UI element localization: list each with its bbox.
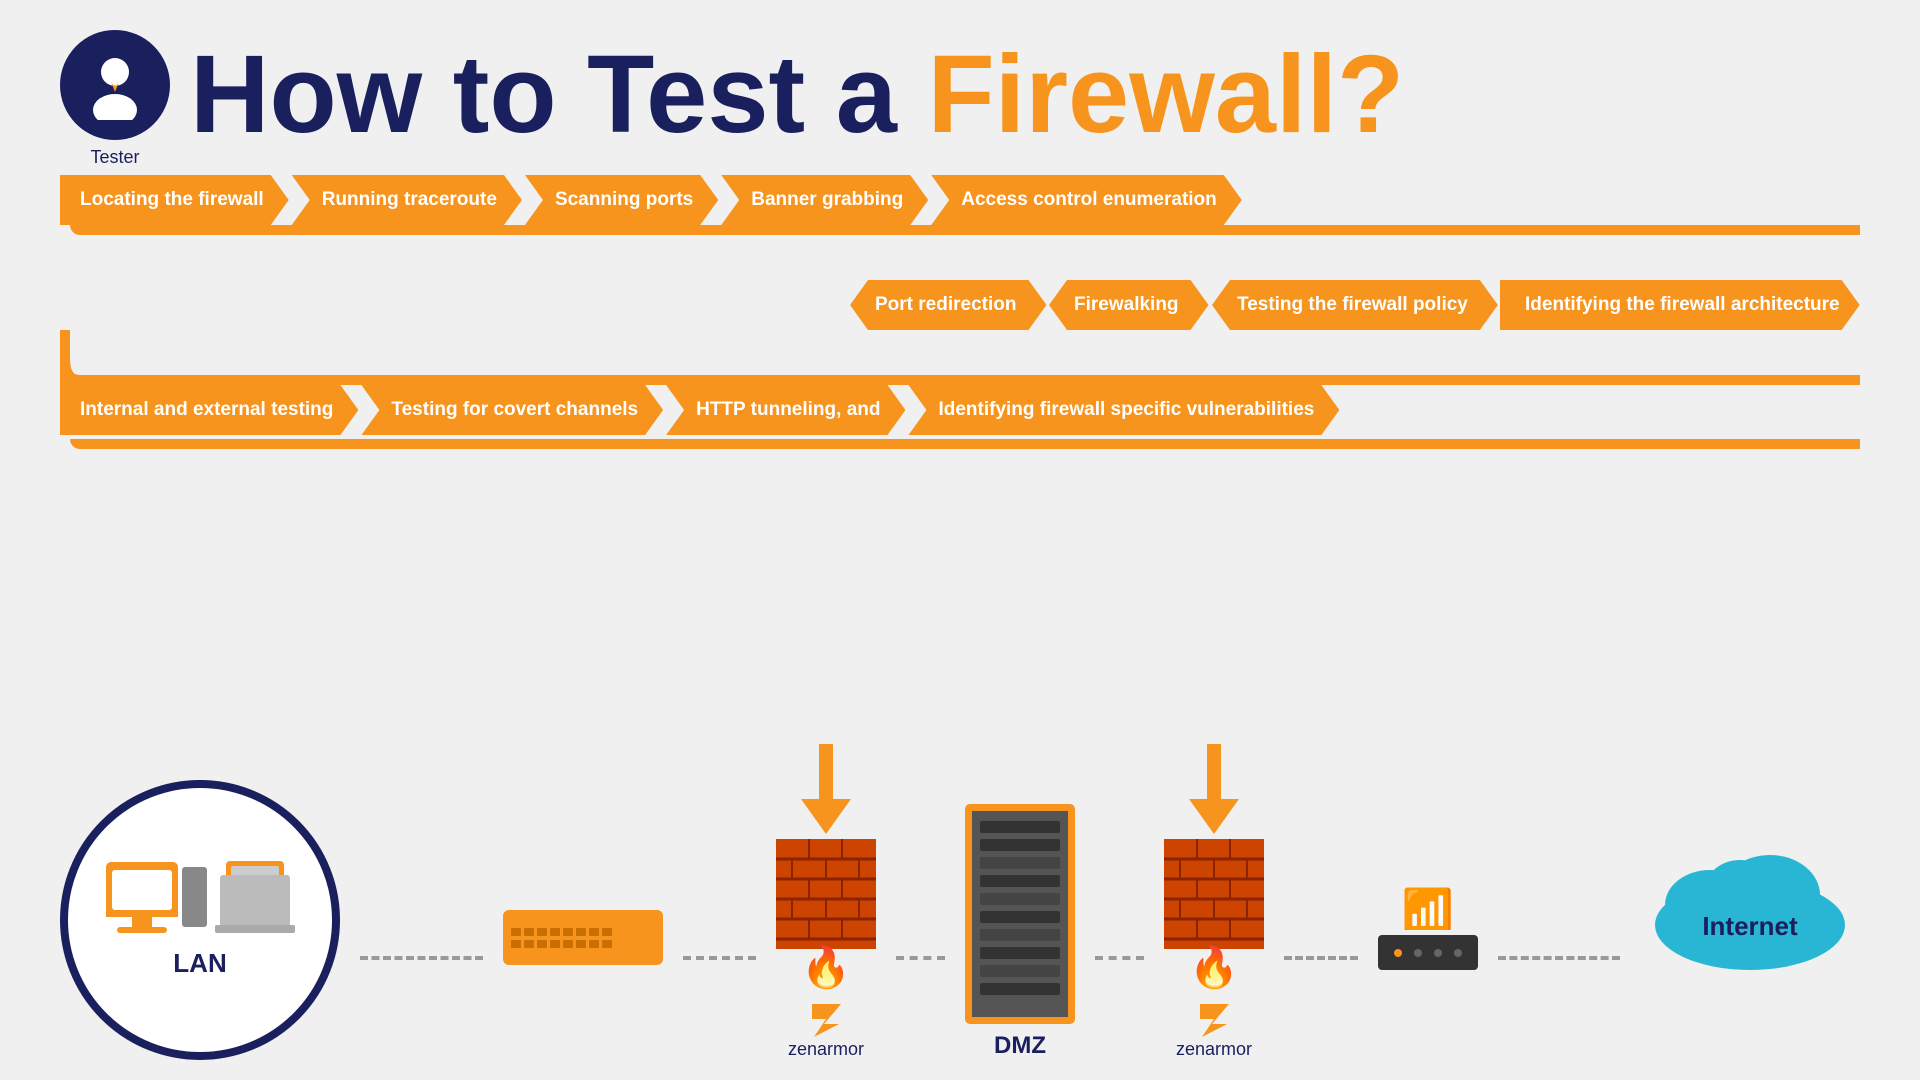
lan-circle: LAN [60, 780, 340, 1060]
zenarmor-icon-1 [804, 999, 849, 1039]
step-banner-grabbing: Banner grabbing [721, 175, 928, 225]
dashed-line-2 [683, 956, 757, 960]
snake-connector-2 [60, 330, 1860, 385]
tester-avatar-wrapper: Tester [60, 30, 170, 140]
step-testing-policy: Testing the firewall policy [1212, 280, 1498, 330]
small-monitor-group [215, 861, 295, 933]
zenarmor-icon-2 [1192, 999, 1237, 1039]
zenarmor-1: zenarmor [788, 999, 864, 1060]
step-fw-vulnerabilities: Identifying firewall specific vulnerabil… [908, 385, 1339, 435]
firewall-1: 🔥 [776, 839, 876, 991]
title-part2: Firewall? [927, 33, 1404, 156]
laptop [215, 925, 295, 933]
switch-device [503, 910, 663, 965]
svg-text:Internet: Internet [1702, 911, 1798, 941]
pointer-2 [1189, 744, 1239, 834]
step-internal-external: Internal and external testing [60, 385, 358, 435]
dmz-label: DMZ [994, 1032, 1046, 1060]
flame-1: 🔥 [776, 944, 876, 991]
step-scanning-ports: Scanning ports [525, 175, 718, 225]
snake-svg-1 [60, 225, 1860, 280]
step-firewalking: Firewalking [1049, 280, 1209, 330]
snake-connector-1 [60, 225, 1860, 280]
tester-label: Tester [90, 147, 139, 168]
step-covert-channels: Testing for covert channels [361, 385, 663, 435]
firewall-1-wrapper: 🔥 zenarmor [776, 744, 876, 1060]
zenarmor-2: zenarmor [1176, 999, 1252, 1060]
wifi-router: 📶 [1378, 880, 1478, 970]
zenarmor-label-1: zenarmor [788, 1039, 864, 1060]
step-access-control: Access control enumeration [931, 175, 1242, 225]
snake-svg-2 [60, 330, 1860, 385]
step-identifying-architecture: Identifying the firewall architecture [1500, 280, 1860, 330]
monitor-large [106, 862, 178, 933]
dashed-line-3 [896, 956, 945, 960]
dmz-server: DMZ [965, 804, 1075, 1060]
page-title: How to Test a Firewall? [190, 40, 1404, 150]
snake-connector-3 [60, 439, 1860, 494]
firewall-2: 🔥 [1164, 839, 1264, 991]
pointer-1 [801, 744, 851, 834]
step-port-redirection: Port redirection [850, 280, 1046, 330]
steps-row-2: Identifying the firewall architecture Te… [60, 280, 1860, 330]
dashed-line-5 [1284, 956, 1358, 960]
page-header: Tester How to Test a Firewall? [0, 0, 1920, 160]
avatar-circle [60, 30, 170, 140]
flame-2: 🔥 [1164, 944, 1264, 991]
step-running-traceroute: Running traceroute [292, 175, 522, 225]
steps-row-1: Locating the firewall Running traceroute… [60, 175, 1860, 225]
dashed-line-6 [1498, 956, 1621, 960]
person-icon [80, 50, 150, 120]
tower-unit [182, 867, 207, 927]
dashed-line-4 [1095, 956, 1144, 960]
title-part1: How to Test a [190, 33, 927, 156]
wifi-signal-icon: 📶 [1393, 880, 1463, 930]
internet-cloud: Internet [1640, 825, 1860, 980]
zenarmor-label-2: zenarmor [1176, 1039, 1252, 1060]
lan-label: LAN [173, 948, 226, 979]
step-locating-firewall: Locating the firewall [60, 175, 289, 225]
step-http-tunneling: HTTP tunneling, and [666, 385, 905, 435]
firewall-2-wrapper: 🔥 zenarmor [1164, 744, 1264, 1060]
dashed-line-1 [360, 956, 483, 960]
network-diagram: LAN [60, 744, 1860, 1060]
svg-text:📶: 📶 [1401, 886, 1453, 930]
steps-area: Locating the firewall Running traceroute… [60, 175, 1860, 494]
desktop-group [106, 862, 207, 933]
lan-devices [106, 861, 295, 933]
snake-svg-3 [60, 439, 1860, 494]
steps-row-3: Internal and external testing Testing fo… [60, 385, 1860, 435]
